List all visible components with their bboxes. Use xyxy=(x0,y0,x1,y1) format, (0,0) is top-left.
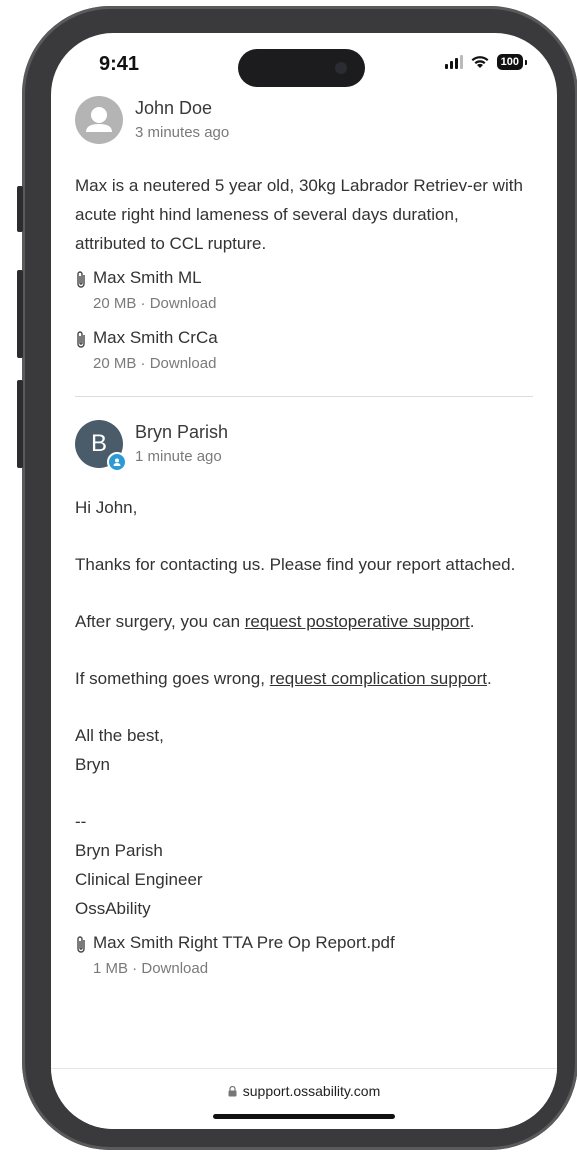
meta-separator: · xyxy=(136,295,150,312)
lock-icon xyxy=(228,1086,237,1097)
attachment-name[interactable]: Max Smith CrCa xyxy=(93,326,218,350)
paragraph: After surgery, you can request postopera… xyxy=(75,607,533,636)
screen: 9:41 100 John Doe 3 minutes ago Max is a… xyxy=(51,33,557,1129)
signature-company: OssAbility xyxy=(75,899,151,918)
attachment-size: 1 MB xyxy=(93,960,129,977)
conversation: John Doe 3 minutes ago Max is a neutered… xyxy=(75,91,533,981)
home-indicator[interactable] xyxy=(213,1114,395,1119)
wifi-icon xyxy=(471,56,489,68)
signature-separator: -- xyxy=(75,812,87,831)
attachment-size: 20 MB xyxy=(93,355,137,372)
paragraph: If something goes wrong, request complic… xyxy=(75,664,533,693)
signature-title: Clinical Engineer xyxy=(75,870,203,889)
paperclip-icon xyxy=(77,331,85,348)
download-link[interactable]: Download xyxy=(150,295,217,312)
postoperative-support-link[interactable]: request postoperative support xyxy=(245,612,470,631)
battery-indicator: 100 xyxy=(496,54,523,70)
greeting: Hi John, xyxy=(75,498,138,517)
battery-tip-icon xyxy=(525,59,527,65)
status-time: 9:41 xyxy=(99,53,140,75)
signature-name: Bryn Parish xyxy=(75,841,163,860)
paragraph-text: If something goes wrong, xyxy=(75,669,270,688)
paragraph: Thanks for contacting us. Please find yo… xyxy=(75,555,516,574)
message-header: B Bryn Parish 1 minute ago xyxy=(75,415,533,473)
message-divider xyxy=(75,396,533,397)
attachment[interactable]: Max Smith CrCa 20 MB · Download xyxy=(75,326,533,376)
attachment-name[interactable]: Max Smith Right TTA Pre Op Report.pdf xyxy=(93,931,395,955)
author-name: Bryn Parish xyxy=(135,422,229,442)
sign-name: Bryn xyxy=(75,755,110,774)
volume-up-button xyxy=(17,270,23,358)
closing: All the best, xyxy=(75,726,164,745)
meta-separator: · xyxy=(128,960,142,977)
attachment[interactable]: Max Smith ML 20 MB · Download xyxy=(75,266,533,316)
camera-icon xyxy=(335,62,347,74)
download-link[interactable]: Download xyxy=(150,355,217,372)
url-text[interactable]: support.ossability.com xyxy=(243,1083,380,1099)
message-body: Max is a neutered 5 year old, 30kg Labra… xyxy=(75,171,533,258)
paperclip-icon xyxy=(77,271,85,288)
agent-badge-icon xyxy=(107,452,127,472)
mute-switch xyxy=(17,186,23,232)
avatar xyxy=(75,96,123,144)
message-time: 1 minute ago xyxy=(135,448,222,465)
download-link[interactable]: Download xyxy=(141,960,208,977)
paragraph-text: . xyxy=(487,669,492,688)
paperclip-icon xyxy=(77,936,85,953)
attachment[interactable]: Max Smith Right TTA Pre Op Report.pdf 1 … xyxy=(75,931,533,981)
volume-down-button xyxy=(17,380,23,468)
message-header: John Doe 3 minutes ago xyxy=(75,91,533,149)
status-icons: 100 xyxy=(444,54,527,70)
complication-support-link[interactable]: request complication support xyxy=(270,669,487,688)
cellular-signal-icon xyxy=(444,55,463,69)
meta-separator: · xyxy=(136,355,150,372)
author-name: John Doe xyxy=(135,98,213,118)
user-icon xyxy=(86,107,112,132)
paragraph-text: . xyxy=(469,612,475,631)
paragraph-text: After surgery, you can xyxy=(75,612,245,631)
avatar: B xyxy=(75,420,127,472)
avatar-initial: B xyxy=(90,430,107,457)
attachment-size: 20 MB xyxy=(93,295,137,312)
message-text: Max is a neutered 5 year old, 30kg Labra… xyxy=(75,176,523,253)
browser-address-bar[interactable]: support.ossability.com xyxy=(51,1068,557,1129)
attachment-name[interactable]: Max Smith ML xyxy=(93,266,216,290)
message-time: 3 minutes ago xyxy=(135,124,230,141)
message-body: Hi John, Thanks for contacting us. Pleas… xyxy=(75,493,533,923)
dynamic-island xyxy=(238,49,365,87)
